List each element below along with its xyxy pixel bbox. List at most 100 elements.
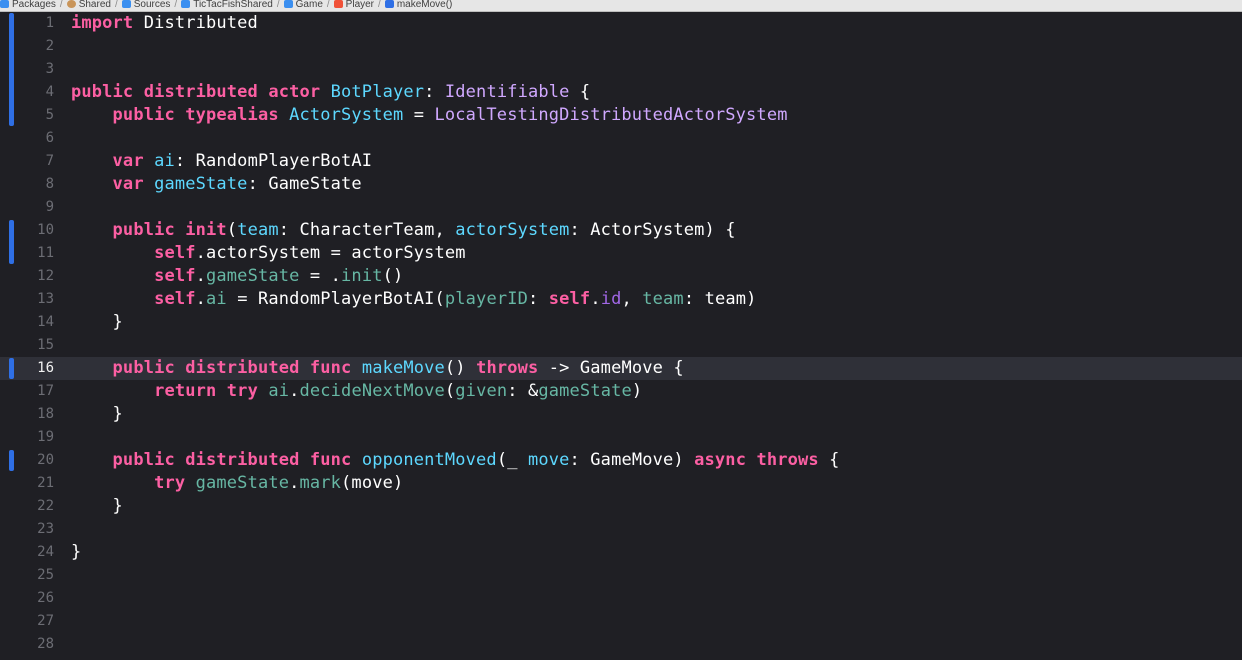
code-token: : &	[507, 381, 539, 401]
code-token: -> GameMove {	[538, 358, 684, 378]
code-token: team	[237, 220, 279, 240]
code-token: }	[71, 312, 123, 332]
code-line[interactable]: 18 }	[0, 403, 1242, 426]
breadcrumb-item[interactable]: Shared	[66, 0, 111, 10]
code-token: public	[112, 450, 175, 470]
code-line[interactable]: 9	[0, 196, 1242, 219]
code-line[interactable]: 26	[0, 587, 1242, 610]
code-line[interactable]: 7 var ai: RandomPlayerBotAI	[0, 150, 1242, 173]
breadcrumb-separator: /	[378, 0, 381, 10]
line-number: 14	[37, 314, 54, 330]
code-text[interactable]: }	[71, 403, 123, 426]
breadcrumb-label: Sources	[133, 0, 171, 10]
code-text[interactable]: self.ai = RandomPlayerBotAI(playerID: se…	[71, 288, 757, 311]
code-line[interactable]: 4 public distributed actor BotPlayer: Ide…	[0, 81, 1242, 104]
change-indicator-bar[interactable]	[9, 13, 14, 126]
code-line[interactable]: 15	[0, 334, 1242, 357]
code-text[interactable]: self.actorSystem = actorSystem	[71, 242, 466, 265]
code-line[interactable]: 20 public distributed func opponentMoved…	[0, 449, 1242, 472]
code-token: }	[71, 542, 82, 562]
code-text[interactable]: self.gameState = .init()	[71, 265, 403, 288]
code-line[interactable]: 25	[0, 564, 1242, 587]
breadcrumb-separator: /	[114, 0, 118, 10]
code-text[interactable]: public typealias ActorSystem = LocalTest…	[71, 104, 788, 127]
line-number: 19	[37, 429, 54, 445]
code-line[interactable]: 13 self.ai = RandomPlayerBotAI(playerID:…	[0, 288, 1242, 311]
package-icon	[66, 0, 76, 9]
code-line[interactable]: 17 return try ai.decideNextMove(given: &…	[0, 380, 1242, 403]
code-line[interactable]: 11 self.actorSystem = actorSystem	[0, 242, 1242, 265]
code-token: gameState	[206, 266, 300, 286]
code-token: team	[642, 289, 684, 309]
code-line[interactable]: 16 public distributed func makeMove() th…	[0, 357, 1242, 380]
code-token: public	[112, 358, 175, 378]
code-text[interactable]: }	[71, 495, 123, 518]
line-number: 13	[37, 291, 54, 307]
breadcrumb-item[interactable]: Sources	[121, 0, 171, 10]
code-line[interactable]: 24}	[0, 541, 1242, 564]
change-indicator-bar[interactable]	[9, 220, 14, 264]
code-editor[interactable]: 1 import Distributed 2 3 4 public distributed…	[0, 12, 1242, 660]
code-line[interactable]: 5 public typealias ActorSystem = LocalTe…	[0, 104, 1242, 127]
code-line[interactable]: 12 self.gameState = .init()	[0, 265, 1242, 288]
breadcrumb-item[interactable]: makeMove()	[384, 0, 452, 10]
line-number: 11	[37, 245, 54, 261]
code-line[interactable]: 1 import Distributed	[0, 12, 1242, 35]
code-text[interactable]: var ai: RandomPlayerBotAI	[71, 150, 372, 173]
code-line[interactable]: 28	[0, 633, 1242, 656]
breadcrumb-item[interactable]: Player	[333, 0, 374, 10]
breadcrumb-item[interactable]: TicTacFishShared	[181, 0, 273, 10]
code-token: ()	[444, 358, 477, 378]
code-token: func	[309, 450, 352, 470]
line-number: 20	[37, 452, 54, 468]
code-token: (	[444, 381, 456, 401]
code-text[interactable]: import Distributed	[71, 12, 258, 35]
change-indicator-bar[interactable]	[9, 450, 14, 471]
code-token: ,	[621, 289, 643, 309]
code-line[interactable]: 2	[0, 35, 1242, 58]
code-token: public	[112, 220, 175, 240]
breadcrumb-label: Shared	[78, 0, 111, 10]
code-text[interactable]: public distributed func opponentMoved(_ …	[71, 449, 840, 472]
code-text[interactable]: try gameState.mark(move)	[71, 472, 403, 495]
code-line[interactable]: 23	[0, 518, 1242, 541]
code-token: (move)	[341, 473, 404, 493]
code-token: playerID	[444, 289, 528, 309]
code-line[interactable]: 21 try gameState.mark(move)	[0, 472, 1242, 495]
code-text[interactable]: return try ai.decideNextMove(given: &gam…	[71, 380, 642, 403]
breadcrumb-separator: /	[326, 0, 330, 10]
code-token: }	[71, 404, 123, 424]
code-text[interactable]: public distributed func makeMove() throw…	[71, 357, 684, 380]
code-line[interactable]: 6	[0, 127, 1242, 150]
breadcrumb-item[interactable]: Game	[283, 0, 323, 10]
code-text[interactable]: }	[71, 541, 81, 564]
code-text[interactable]: }	[71, 311, 123, 334]
code-line[interactable]: 10 public init(team: CharacterTeam, acto…	[0, 219, 1242, 242]
line-number: 27	[37, 613, 54, 629]
code-token: Distributed	[133, 13, 258, 33]
code-token: .actorSystem = actorSystem	[195, 243, 466, 263]
line-number: 28	[37, 636, 54, 652]
code-line[interactable]: 22 }	[0, 495, 1242, 518]
code-line[interactable]: 19	[0, 426, 1242, 449]
code-text[interactable]: public init(team: CharacterTeam, actorSy…	[71, 219, 736, 242]
code-text[interactable]: public distributed actor BotPlayer: Iden…	[71, 81, 590, 104]
code-token: (	[226, 220, 238, 240]
line-number: 10	[37, 222, 54, 238]
breadcrumb-item[interactable]: Packages	[0, 0, 56, 10]
code-line[interactable]: 14 }	[0, 311, 1242, 334]
code-line[interactable]: 8 var gameState: GameState	[0, 173, 1242, 196]
code-line[interactable]: 27	[0, 610, 1242, 633]
code-line[interactable]: 3	[0, 58, 1242, 81]
change-indicator-bar[interactable]	[9, 358, 14, 379]
line-number: 22	[37, 498, 54, 514]
code-text[interactable]: var gameState: GameState	[71, 173, 362, 196]
code-token: }	[71, 496, 123, 516]
